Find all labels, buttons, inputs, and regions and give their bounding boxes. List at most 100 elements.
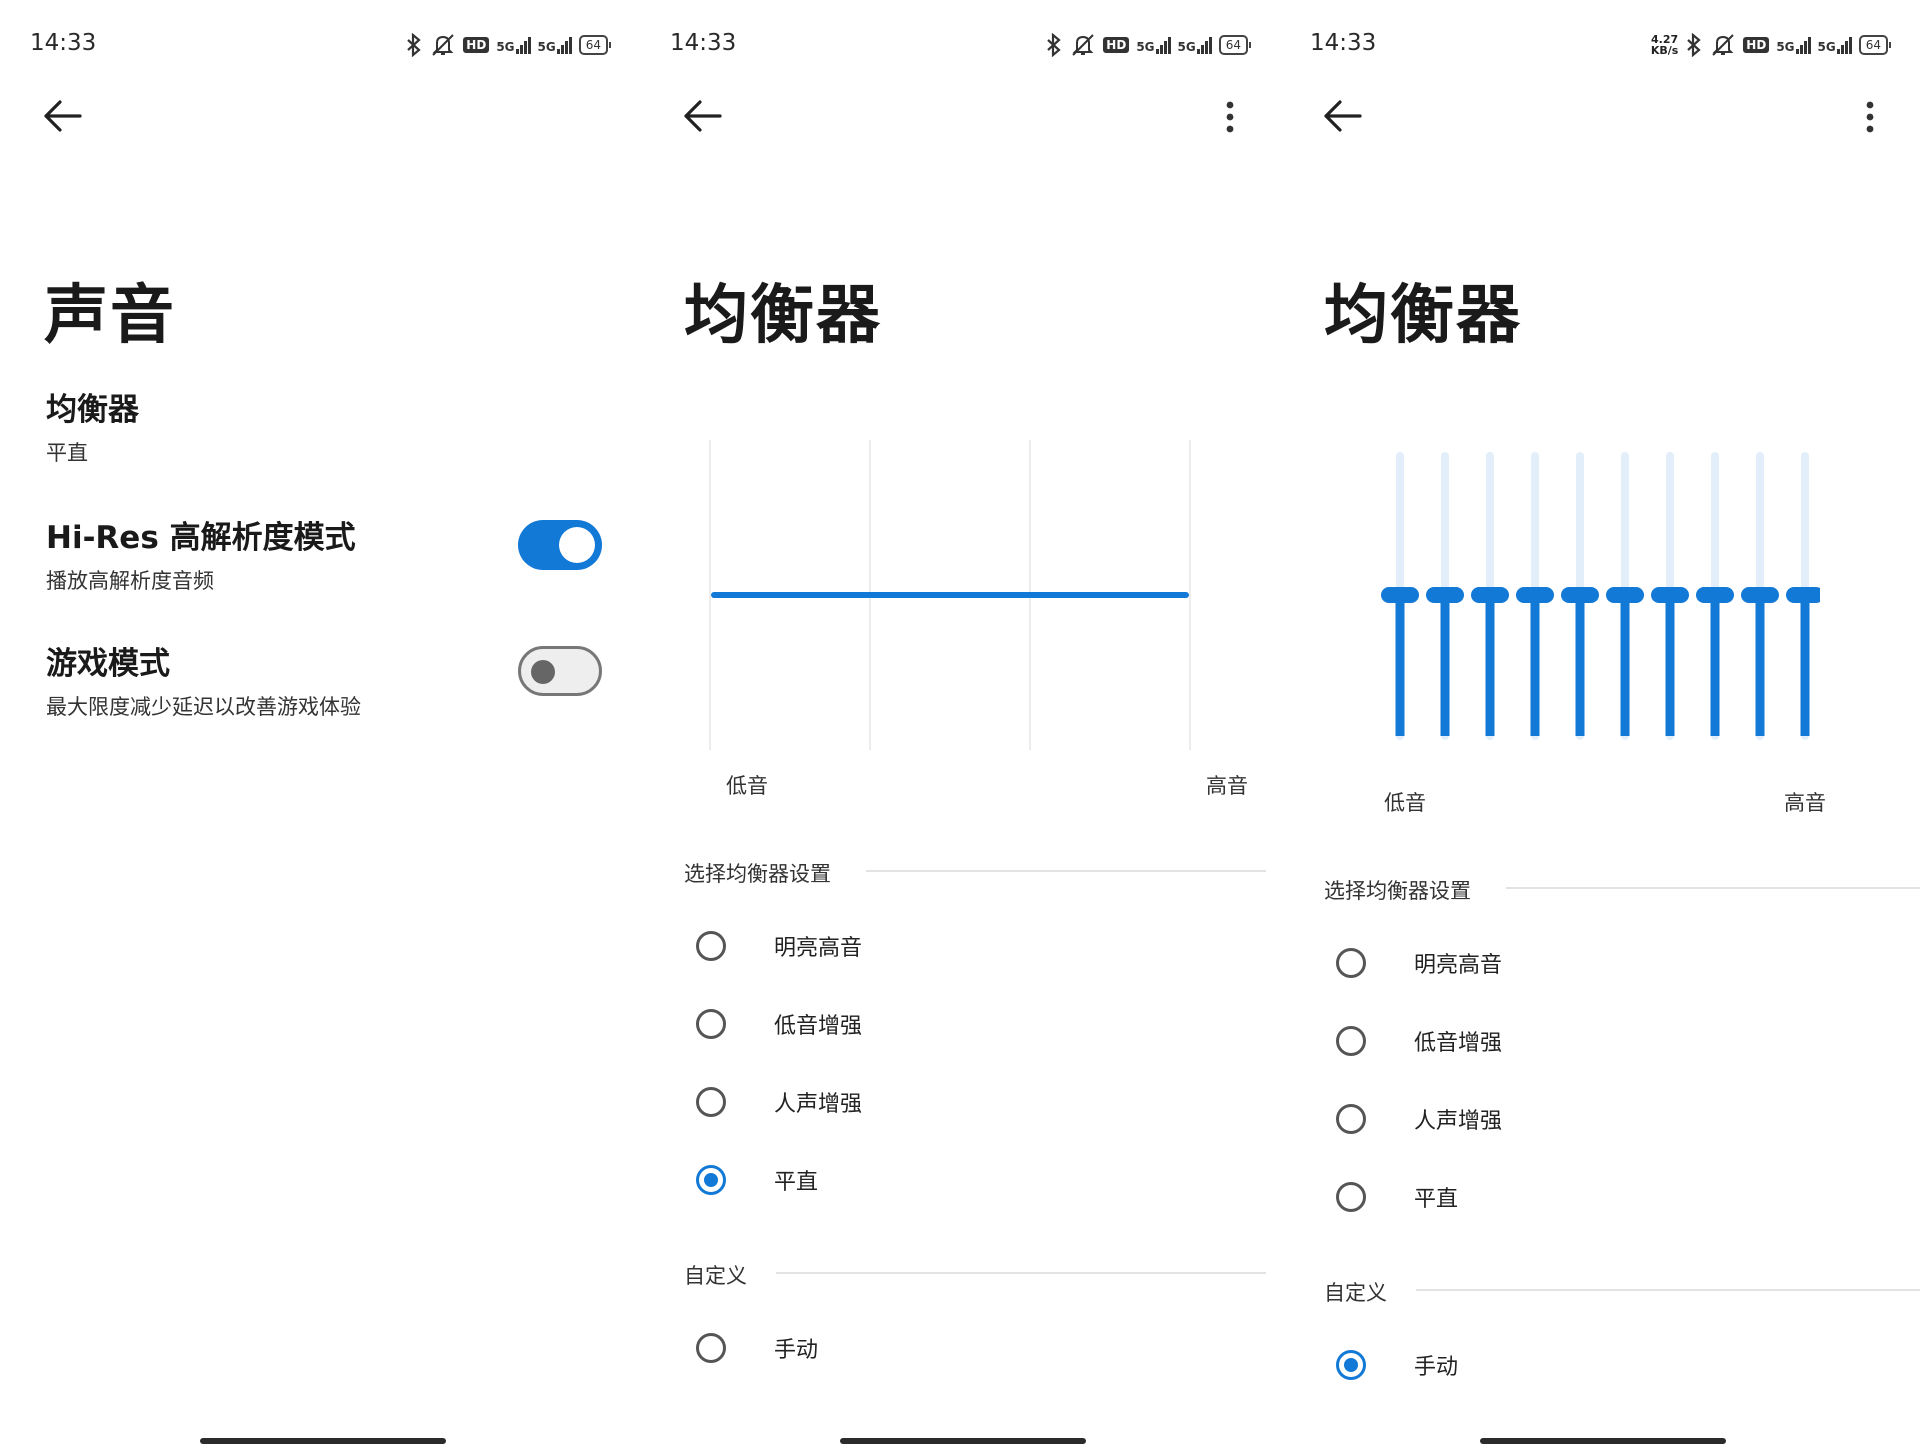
slider-handle[interactable]	[1651, 587, 1689, 603]
signal-2-icon: 5G	[1817, 36, 1852, 54]
status-time: 14:33	[1310, 30, 1377, 56]
equalizer-curve-chart	[709, 440, 1191, 750]
network-type-2: 5G	[1177, 39, 1196, 54]
network-type-1: 5G	[1136, 39, 1155, 54]
hd-badge: HD	[1103, 37, 1130, 53]
preset-label: 明亮高音	[774, 936, 863, 961]
game-mode-label: 游戏模式	[46, 646, 170, 682]
back-arrow-icon[interactable]	[680, 98, 724, 134]
signal-1-icon: 5G	[496, 36, 531, 54]
hd-badge: HD	[463, 37, 490, 53]
treble-label: 高音	[1206, 774, 1248, 798]
battery-icon: 64	[1218, 35, 1252, 55]
home-indicator[interactable]	[1480, 1438, 1726, 1444]
toggle-knob	[559, 527, 595, 563]
radio-button[interactable]	[696, 1087, 726, 1117]
status-time: 14:33	[30, 30, 97, 56]
slider-handle[interactable]	[1606, 587, 1644, 603]
radio-button-selected[interactable]	[1336, 1350, 1366, 1380]
preset-option-2[interactable]: 人声增强	[696, 1082, 1256, 1122]
radio-button[interactable]	[696, 931, 726, 961]
custom-section-title: 自定义	[684, 1264, 747, 1288]
preset-label: 低音增强	[1414, 1031, 1503, 1056]
hires-label: Hi-Res 高解析度模式	[46, 520, 356, 556]
slider-handle[interactable]	[1381, 587, 1419, 603]
bluetooth-icon	[1687, 33, 1701, 57]
preset-label: 明亮高音	[1414, 953, 1503, 978]
bluetooth-icon	[1047, 33, 1061, 57]
section-divider	[1416, 1289, 1920, 1291]
slider-handle[interactable]	[1561, 587, 1599, 603]
preset-label: 平直	[774, 1170, 819, 1195]
bluetooth-icon	[407, 33, 421, 57]
page-title: 均衡器	[684, 279, 882, 353]
home-indicator[interactable]	[840, 1438, 1086, 1444]
preset-option-3[interactable]: 平直	[1336, 1177, 1896, 1217]
custom-option-manual[interactable]: 手动	[1336, 1345, 1896, 1385]
sound-screen: 14:33 HD 5G 5G 64 声音 均衡器 平直 Hi-Res 高解析度模…	[0, 0, 640, 1452]
bass-label: 低音	[1384, 791, 1426, 815]
radio-button-selected[interactable]	[696, 1165, 726, 1195]
signal-2-icon: 5G	[537, 36, 572, 54]
radio-button[interactable]	[1336, 1182, 1366, 1212]
preset-label: 低音增强	[774, 1014, 863, 1039]
custom-label: 手动	[774, 1338, 819, 1363]
game-mode-desc: 最大限度减少延迟以改善游戏体验	[46, 695, 361, 719]
custom-label: 手动	[1414, 1355, 1459, 1380]
network-type-2: 5G	[1817, 39, 1836, 54]
slider-handle[interactable]	[1426, 587, 1464, 603]
equalizer-row[interactable]: 均衡器 平直	[46, 384, 606, 465]
preset-option-2[interactable]: 人声增强	[1336, 1099, 1896, 1139]
network-type-1: 5G	[496, 39, 515, 54]
battery-icon: 64	[1858, 35, 1892, 55]
slider-handle[interactable]	[1471, 587, 1509, 603]
status-icons: 4.27 KB/s HD 5G 5G 64	[1650, 30, 1892, 60]
section-divider	[776, 1272, 1266, 1274]
more-options-icon[interactable]	[1224, 100, 1236, 134]
equalizer-value: 平直	[46, 441, 88, 465]
radio-button[interactable]	[696, 1009, 726, 1039]
preset-label: 人声增强	[774, 1092, 863, 1117]
signal-2-icon: 5G	[1177, 36, 1212, 54]
signal-1-icon: 5G	[1776, 36, 1811, 54]
preset-option-1[interactable]: 低音增强	[696, 1004, 1256, 1044]
preset-option-0[interactable]: 明亮高音	[1336, 943, 1896, 983]
slider-handle[interactable]	[1741, 587, 1779, 603]
preset-option-0[interactable]: 明亮高音	[696, 926, 1256, 966]
treble-label: 高音	[1784, 791, 1826, 815]
back-arrow-icon[interactable]	[1320, 98, 1364, 134]
hires-row: Hi-Res 高解析度模式 播放高解析度音频	[46, 512, 486, 595]
hires-desc: 播放高解析度音频	[46, 569, 214, 593]
home-indicator[interactable]	[200, 1438, 446, 1444]
preset-section-title: 选择均衡器设置	[684, 862, 831, 886]
custom-option-manual[interactable]: 手动	[696, 1328, 1256, 1368]
section-divider	[866, 870, 1266, 872]
network-type-2: 5G	[537, 39, 556, 54]
preset-option-3[interactable]: 平直	[696, 1160, 1256, 1200]
preset-option-1[interactable]: 低音增强	[1336, 1021, 1896, 1061]
more-options-icon[interactable]	[1864, 100, 1876, 134]
hd-badge: HD	[1743, 37, 1770, 53]
page-title: 均衡器	[1324, 279, 1522, 353]
section-divider	[1506, 887, 1920, 889]
status-icons: HD 5G 5G 64	[405, 30, 612, 60]
battery-icon: 64	[578, 35, 612, 55]
game-mode-toggle[interactable]	[518, 646, 602, 696]
slider-handle[interactable]	[1786, 587, 1820, 603]
preset-label: 人声增强	[1414, 1109, 1503, 1134]
status-time: 14:33	[670, 30, 737, 56]
radio-button[interactable]	[696, 1333, 726, 1363]
toggle-knob	[531, 660, 555, 684]
custom-section-title: 自定义	[1324, 1281, 1387, 1305]
slider-handle[interactable]	[1696, 587, 1734, 603]
radio-button[interactable]	[1336, 1104, 1366, 1134]
equalizer-band-sliders[interactable]	[1380, 450, 1820, 740]
radio-button[interactable]	[1336, 948, 1366, 978]
back-arrow-icon[interactable]	[40, 98, 84, 134]
equalizer-manual-screen: 14:33 4.27 KB/s HD 5G 5G 64 均衡器 低音 高音 选择均…	[1280, 0, 1920, 1452]
mute-bell-icon	[1712, 34, 1735, 56]
slider-handle[interactable]	[1516, 587, 1554, 603]
hires-toggle[interactable]	[518, 520, 602, 570]
network-speed-unit: KB/s	[1650, 44, 1679, 57]
radio-button[interactable]	[1336, 1026, 1366, 1056]
